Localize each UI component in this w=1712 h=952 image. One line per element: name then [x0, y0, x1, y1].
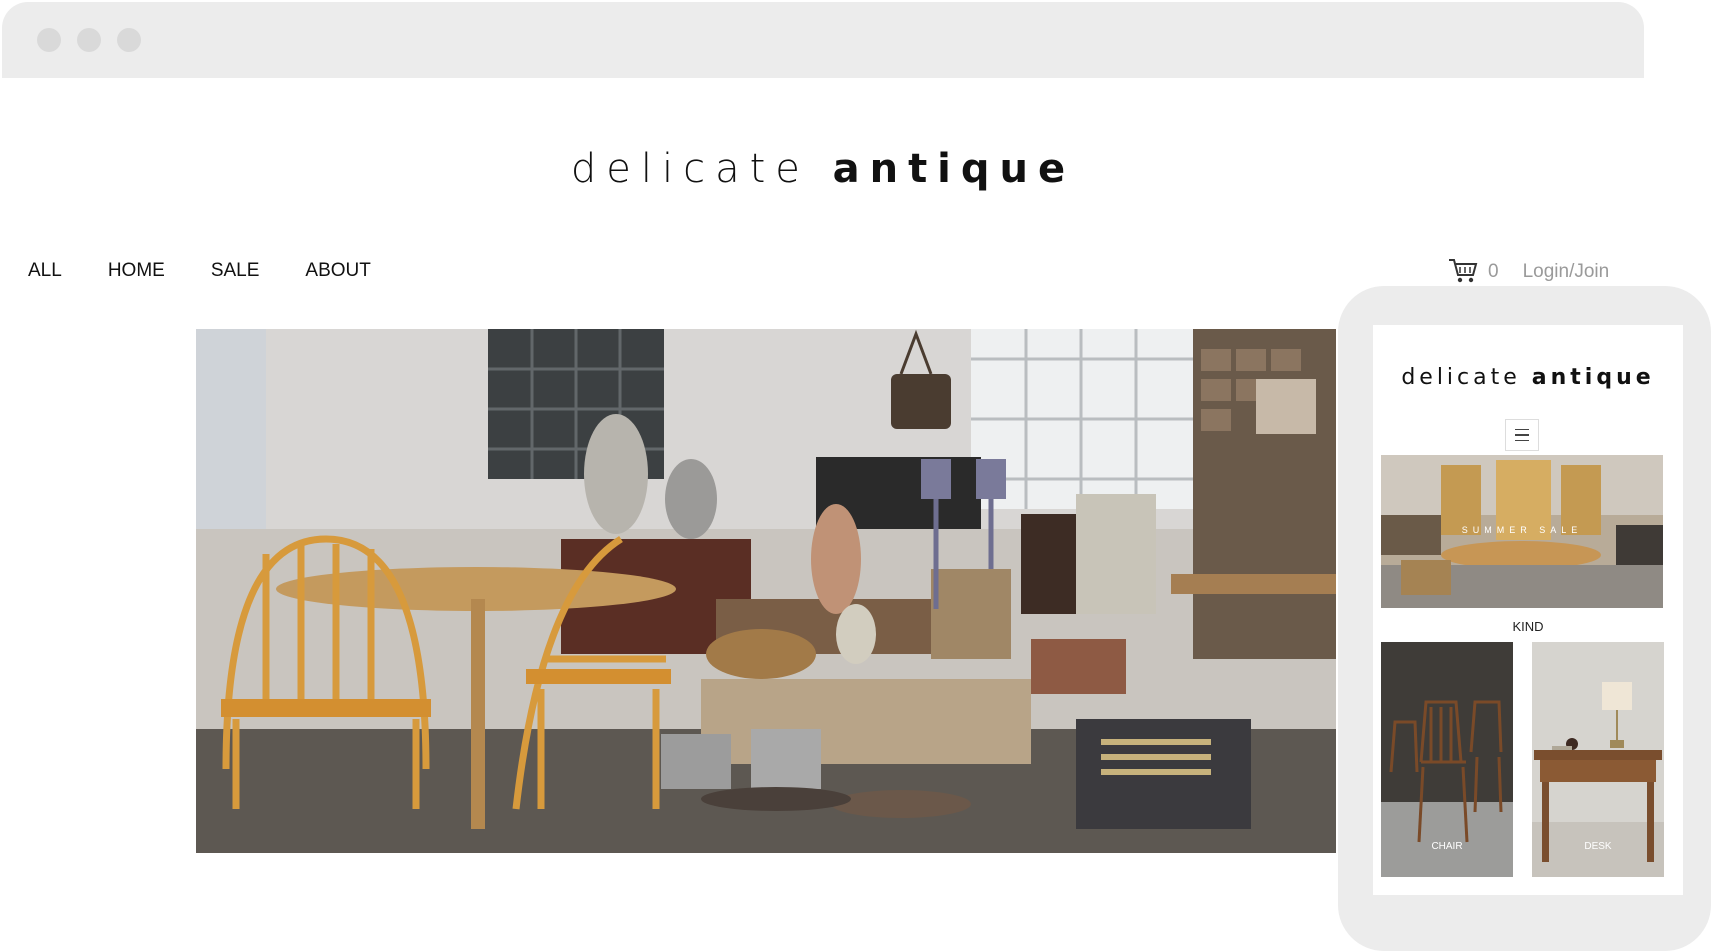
- window-close-dot[interactable]: [37, 28, 61, 52]
- nav-item-all[interactable]: ALL: [28, 259, 62, 283]
- site-logo[interactable]: delicate antique: [2, 146, 1644, 192]
- cart-count: 0: [1488, 261, 1499, 282]
- mobile-logo-light-word: delicate: [1401, 365, 1521, 390]
- logo-light-word: delicate: [570, 146, 810, 192]
- nav-item-home[interactable]: HOME: [108, 259, 165, 283]
- mobile-device-frame: delicate antique SUMMER SALE KIND CHAIR …: [1338, 286, 1711, 951]
- banner-text: SUMMER SALE: [1461, 525, 1583, 535]
- logo-bold-word: antique: [832, 146, 1076, 192]
- window-maximize-dot[interactable]: [117, 28, 141, 52]
- nav-item-about[interactable]: ABOUT: [305, 259, 370, 283]
- login-join-link[interactable]: Login/Join: [1523, 260, 1610, 284]
- hamburger-icon[interactable]: [1505, 419, 1539, 451]
- mobile-site-logo[interactable]: delicate antique: [1373, 365, 1683, 390]
- section-title-kind: KIND: [1512, 619, 1544, 634]
- category-card-chair[interactable]: CHAIR: [1381, 642, 1513, 877]
- category-card-desk[interactable]: DESK: [1532, 642, 1664, 877]
- mobile-logo-bold-word: antique: [1531, 365, 1655, 390]
- cart-area: 0 Login/Join: [1448, 258, 1609, 284]
- main-nav: ALL HOME SALE ABOUT: [28, 259, 417, 283]
- category-label-desk: DESK: [1584, 841, 1612, 852]
- window-minimize-dot[interactable]: [77, 28, 101, 52]
- mobile-screen: delicate antique SUMMER SALE KIND CHAIR …: [1373, 325, 1683, 895]
- browser-titlebar: [2, 2, 1644, 78]
- summer-sale-banner[interactable]: SUMMER SALE: [1381, 455, 1663, 608]
- category-label-chair: CHAIR: [1431, 841, 1463, 852]
- hero-image: [196, 329, 1336, 853]
- cart-icon[interactable]: [1448, 258, 1478, 284]
- nav-item-sale[interactable]: SALE: [211, 259, 260, 283]
